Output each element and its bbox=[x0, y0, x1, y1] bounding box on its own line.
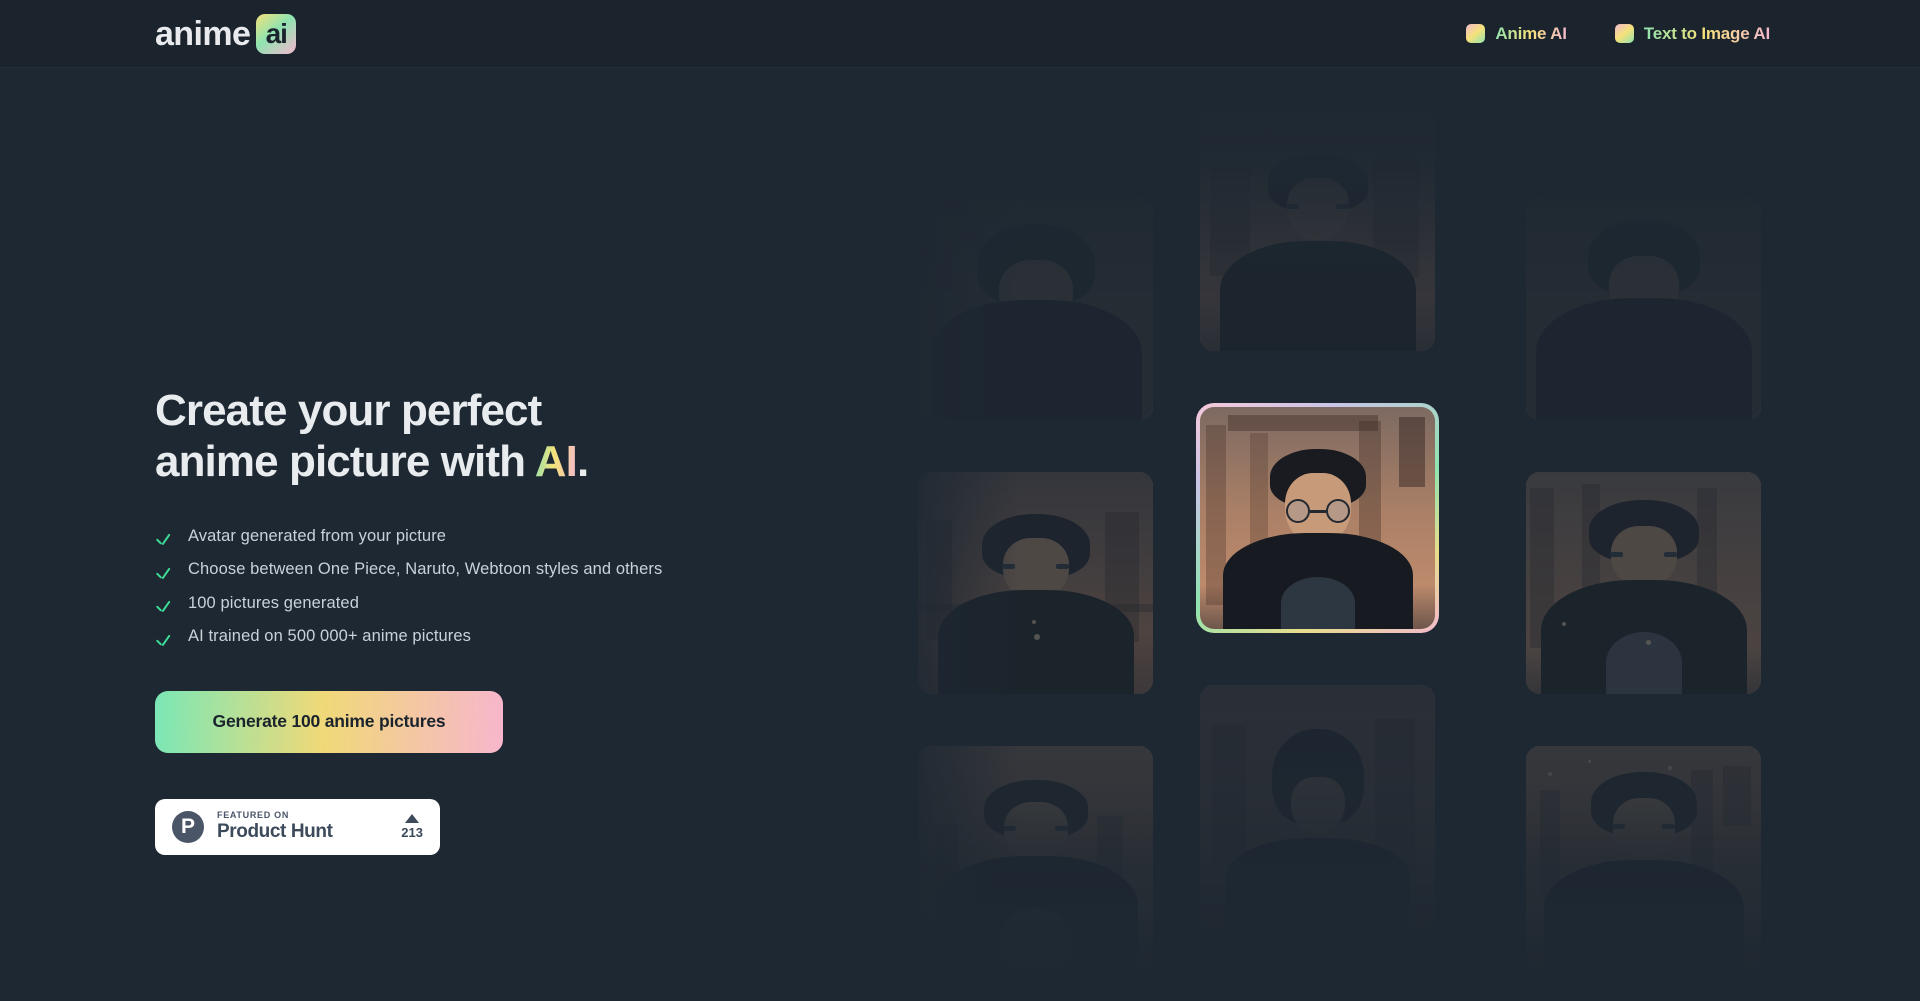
gallery-column bbox=[1526, 198, 1761, 1001]
heading-line-2-pre: anime picture with bbox=[155, 437, 535, 487]
gallery-card[interactable] bbox=[1526, 198, 1761, 420]
product-hunt-featured-label: FEATURED ON bbox=[217, 810, 290, 821]
list-item: AI trained on 500 000+ anime pictures bbox=[155, 625, 715, 648]
product-hunt-logo-icon: P bbox=[172, 810, 204, 843]
gallery-column bbox=[1196, 106, 1439, 982]
heading-line-1: Create your perfect bbox=[155, 386, 542, 435]
nav-link-label: Text to Image AI bbox=[1643, 23, 1770, 43]
feature-label: AI trained on 500 000+ anime pictures bbox=[188, 627, 472, 646]
gallery-card[interactable] bbox=[918, 472, 1153, 694]
logo-word: anime bbox=[155, 14, 251, 53]
logo-ai-badge: ai bbox=[256, 13, 297, 54]
gallery-card-selected[interactable] bbox=[1196, 403, 1439, 633]
logo-badge-text: ai bbox=[265, 17, 288, 49]
check-icon bbox=[155, 566, 170, 581]
hero-section: Create your perfect anime picture with A… bbox=[155, 385, 815, 855]
gallery-card[interactable] bbox=[1200, 106, 1435, 351]
heading-period: . bbox=[576, 437, 589, 487]
list-item: Choose between One Piece, Naruto, Webtoo… bbox=[155, 558, 715, 581]
check-icon bbox=[155, 532, 170, 547]
feature-list: Avatar generated from your picture Choos… bbox=[155, 525, 715, 649]
product-hunt-upvote: 213 bbox=[401, 813, 423, 840]
feature-label: Choose between One Piece, Naruto, Webtoo… bbox=[188, 560, 663, 579]
image-gallery bbox=[900, 68, 1920, 1001]
feature-label: 100 pictures generated bbox=[188, 593, 359, 612]
gallery-column bbox=[918, 198, 1153, 1001]
list-item: 100 pictures generated bbox=[155, 592, 715, 615]
gallery-card[interactable] bbox=[918, 746, 1153, 968]
gradient-square-icon bbox=[1466, 24, 1486, 43]
generate-pictures-button[interactable]: Generate 100 anime pictures bbox=[155, 690, 503, 753]
check-icon bbox=[155, 599, 170, 614]
product-hunt-text: FEATURED ON Product Hunt bbox=[217, 810, 388, 843]
triangle-up-icon bbox=[405, 813, 420, 823]
product-hunt-name: Product Hunt bbox=[217, 821, 333, 843]
product-hunt-upvote-count: 213 bbox=[401, 824, 423, 840]
feature-label: Avatar generated from your picture bbox=[188, 527, 447, 546]
gallery-card[interactable] bbox=[1200, 685, 1435, 930]
site-header: anime ai Anime AI Text to Image AI bbox=[0, 0, 1920, 68]
gradient-square-icon bbox=[1614, 24, 1634, 43]
check-icon bbox=[155, 633, 170, 648]
gallery-card[interactable] bbox=[918, 198, 1153, 420]
heading-accent-ai: AI bbox=[534, 437, 578, 487]
gallery-card[interactable] bbox=[1526, 472, 1761, 694]
nav-link-anime-ai[interactable]: Anime AI bbox=[1466, 23, 1567, 44]
nav-link-text-to-image-ai[interactable]: Text to Image AI bbox=[1614, 23, 1770, 44]
logo[interactable]: anime ai bbox=[155, 13, 297, 54]
nav-link-label: Anime AI bbox=[1495, 23, 1567, 43]
gallery-card[interactable] bbox=[1526, 746, 1761, 968]
list-item: Avatar generated from your picture bbox=[155, 525, 715, 548]
gallery-fade-right bbox=[1790, 68, 1920, 1001]
page-title: Create your perfect anime picture with A… bbox=[155, 385, 815, 487]
product-hunt-badge[interactable]: P FEATURED ON Product Hunt 213 bbox=[155, 798, 440, 855]
main-nav: Anime AI Text to Image AI bbox=[1466, 24, 1770, 44]
